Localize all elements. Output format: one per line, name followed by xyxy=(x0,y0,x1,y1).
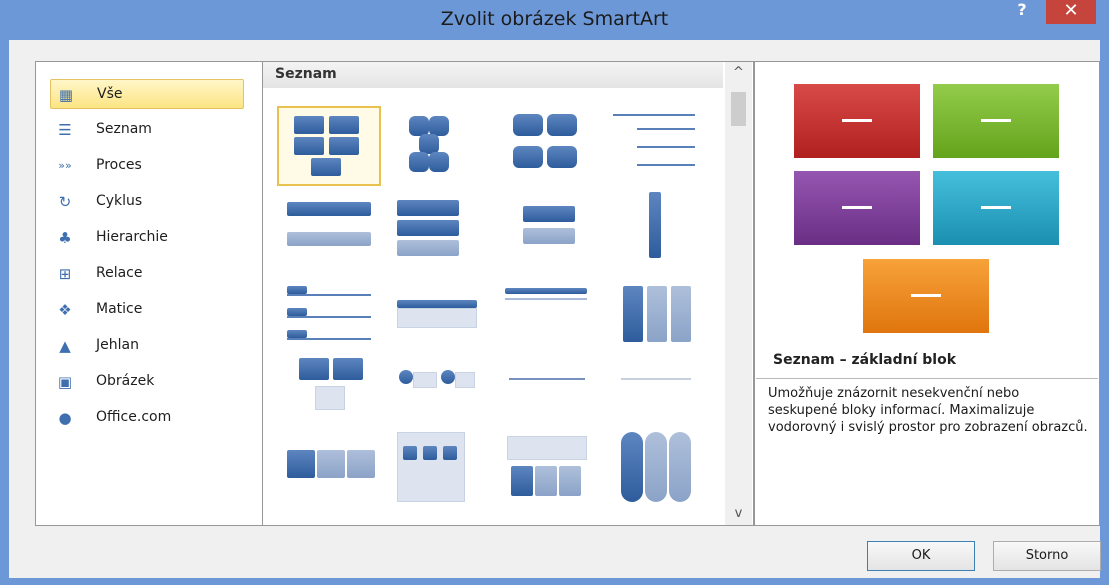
dialog-window: Zvolit obrázek SmartArt ? ✕ ▦ Vše ☰ Sezn… xyxy=(0,0,1109,585)
ok-button[interactable]: OK xyxy=(867,541,975,571)
category-cycle[interactable]: ↻ Cyklus xyxy=(50,187,244,217)
layout-grouped-blocks[interactable] xyxy=(385,432,489,512)
layout-horizontal-bullet-list[interactable] xyxy=(385,272,489,352)
preview-block-orange xyxy=(863,259,989,333)
gallery-header: Seznam xyxy=(263,62,723,88)
layout-horizontal-blocks[interactable] xyxy=(277,432,381,512)
layout-picture-caption-list[interactable] xyxy=(277,352,381,432)
preview-panel: Seznam – základní blok Umožňuje znázorni… xyxy=(754,61,1100,526)
picture-icon: ▣ xyxy=(57,373,73,391)
scroll-up-icon[interactable]: ^ xyxy=(725,62,752,84)
gallery-section-title: Seznam xyxy=(275,66,337,82)
category-pyramid[interactable]: ▲ Jehlan xyxy=(50,331,244,361)
layout-pin-list[interactable] xyxy=(613,352,717,432)
preview-title: Seznam – základní blok xyxy=(773,352,957,368)
layout-gallery: Seznam ^ v xyxy=(263,61,754,526)
layout-bracket-list[interactable] xyxy=(499,192,603,272)
category-picture[interactable]: ▣ Obrázek xyxy=(50,367,244,397)
dialog-title: Zvolit obrázek SmartArt xyxy=(440,8,669,30)
layout-lined-list[interactable] xyxy=(613,106,717,186)
category-all[interactable]: ▦ Vše xyxy=(50,79,244,109)
category-list-item[interactable]: ☰ Seznam xyxy=(50,115,244,145)
layout-vertical-box-list[interactable] xyxy=(613,192,717,272)
layout-basic-block-list[interactable] xyxy=(277,106,381,186)
preview-block-cyan xyxy=(933,171,1059,245)
layout-vertical-columns[interactable] xyxy=(613,272,717,352)
title-bar: Zvolit obrázek SmartArt ? ✕ xyxy=(0,0,1109,40)
category-hierarchy[interactable]: ♣ Hierarchie xyxy=(50,223,244,253)
pyramid-icon: ▲ xyxy=(59,337,71,355)
layout-circle-bullet-list[interactable] xyxy=(385,352,489,432)
matrix-icon: ❖ xyxy=(58,301,72,319)
layout-vertical-bullet-list[interactable] xyxy=(277,192,381,272)
category-list: ▦ Vše ☰ Seznam »» Proces ↻ Cyklus ♣ Hier… xyxy=(35,61,263,526)
all-icon: ▦ xyxy=(58,86,74,104)
scroll-down-icon[interactable]: v xyxy=(725,503,752,525)
layout-stacked-list[interactable] xyxy=(385,192,489,272)
preview-description: Umožňuje znázornit nesekvenční nebo sesk… xyxy=(756,378,1098,524)
layout-circle-columns[interactable] xyxy=(613,432,717,512)
preview-block-red xyxy=(794,84,920,158)
preview-block-purple xyxy=(794,171,920,245)
process-icon: »» xyxy=(58,159,72,172)
category-office-com[interactable]: ● Office.com xyxy=(50,403,244,433)
preview-block-green xyxy=(933,84,1059,158)
close-button[interactable]: ✕ xyxy=(1046,0,1096,24)
relationship-icon: ⊞ xyxy=(58,265,72,283)
cycle-icon: ↻ xyxy=(58,193,72,211)
cancel-button[interactable]: Storno xyxy=(993,541,1101,571)
dialog-body: ▦ Vše ☰ Seznam »» Proces ↻ Cyklus ♣ Hier… xyxy=(9,40,1101,578)
layout-table-list[interactable] xyxy=(499,272,603,352)
scroll-thumb[interactable] xyxy=(731,92,746,126)
help-button[interactable]: ? xyxy=(1008,0,1036,24)
layout-tabbed-columns[interactable] xyxy=(499,432,603,512)
hierarchy-icon: ♣ xyxy=(58,229,72,247)
layout-hexagon-cluster[interactable] xyxy=(385,106,489,186)
category-relationship[interactable]: ⊞ Relace xyxy=(50,259,244,289)
layout-dotted-timeline[interactable] xyxy=(499,352,603,432)
layout-rounded-blocks[interactable] xyxy=(499,106,603,186)
category-matrix[interactable]: ❖ Matice xyxy=(50,295,244,325)
list-icon: ☰ xyxy=(58,121,72,139)
layout-tab-list[interactable] xyxy=(277,272,381,352)
category-process[interactable]: »» Proces xyxy=(50,151,244,181)
office-com-icon: ● xyxy=(58,409,72,427)
gallery-scrollbar[interactable]: ^ v xyxy=(725,62,752,525)
